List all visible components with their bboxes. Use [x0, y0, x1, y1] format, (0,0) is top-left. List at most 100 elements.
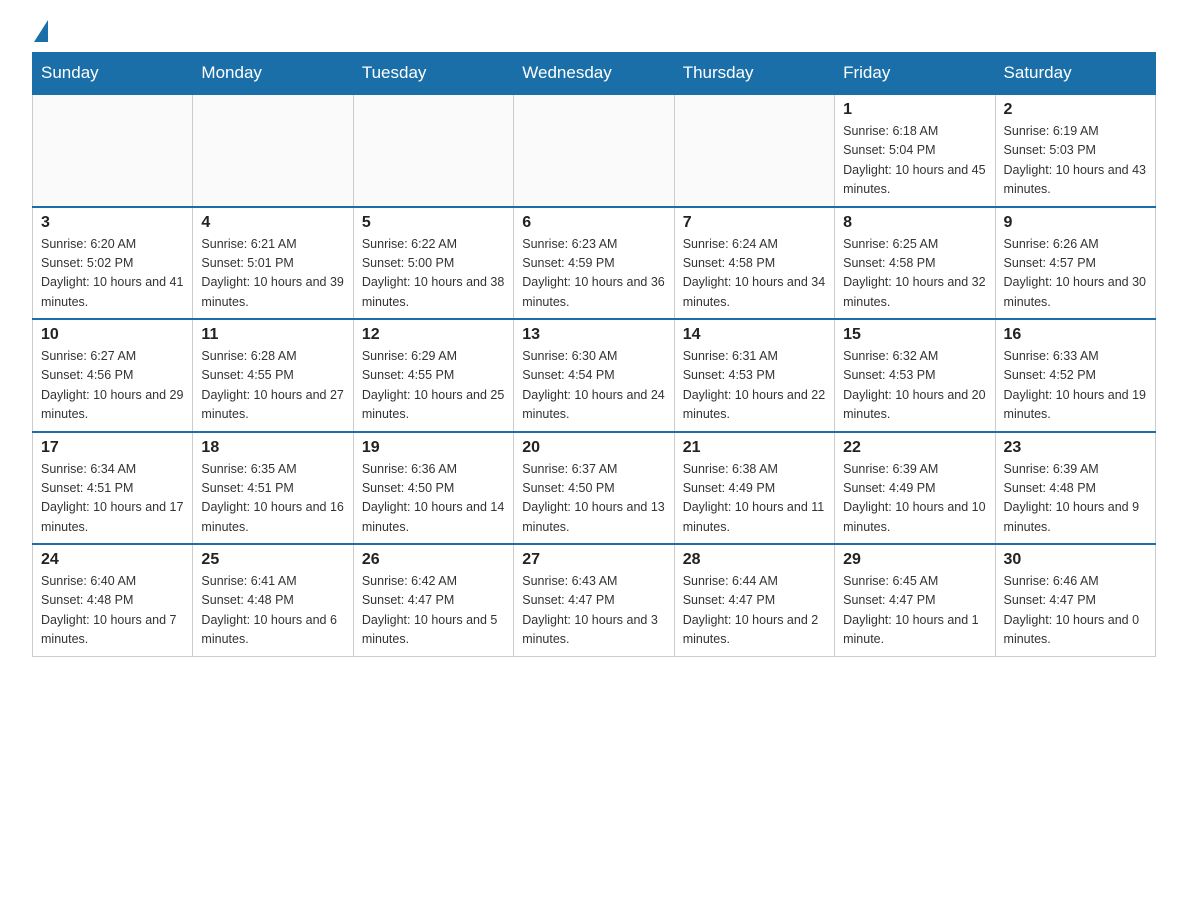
- day-number: 2: [1004, 101, 1147, 119]
- day-number: 3: [41, 214, 184, 232]
- day-number: 18: [201, 439, 344, 457]
- day-number: 1: [843, 101, 986, 119]
- weekday-header-monday: Monday: [193, 53, 353, 95]
- weekday-header-wednesday: Wednesday: [514, 53, 674, 95]
- day-info: Sunrise: 6:27 AM Sunset: 4:56 PM Dayligh…: [41, 347, 184, 425]
- calendar-cell: 16 Sunrise: 6:33 AM Sunset: 4:52 PM Dayli…: [995, 319, 1155, 432]
- calendar-cell: 18Sunrise: 6:35 AM Sunset: 4:51 PM Dayli…: [193, 432, 353, 545]
- calendar-cell: 17 Sunrise: 6:34 AM Sunset: 4:51 PM Dayli…: [33, 432, 193, 545]
- weekday-header-friday: Friday: [835, 53, 995, 95]
- day-number: 6: [522, 214, 665, 232]
- day-number: 22: [843, 439, 986, 457]
- day-number: 15: [843, 326, 986, 344]
- logo: [32, 24, 48, 40]
- day-number: 29: [843, 551, 986, 569]
- day-info: Sunrise: 6:44 AM Sunset: 4:47 PM Dayligh…: [683, 572, 826, 650]
- calendar-cell: 1 Sunrise: 6:18 AM Sunset: 5:04 PM Daylig…: [835, 94, 995, 207]
- calendar-cell: 14 Sunrise: 6:31 AM Sunset: 4:53 PM Dayli…: [674, 319, 834, 432]
- calendar-cell: [674, 94, 834, 207]
- calendar-cell: 11 Sunrise: 6:28 AM Sunset: 4:55 PM Dayli…: [193, 319, 353, 432]
- day-number: 4: [201, 214, 344, 232]
- day-info: Sunrise: 6:24 AM Sunset: 4:58 PM Dayligh…: [683, 235, 826, 313]
- day-number: 8: [843, 214, 986, 232]
- day-info: Sunrise: 6:41 AM Sunset: 4:48 PM Dayligh…: [201, 572, 344, 650]
- day-info: Sunrise: 6:23 AM Sunset: 4:59 PM Dayligh…: [522, 235, 665, 313]
- day-number: 21: [683, 439, 826, 457]
- calendar-cell: 7 Sunrise: 6:24 AM Sunset: 4:58 PM Daylig…: [674, 207, 834, 320]
- calendar-cell: 23 Sunrise: 6:39 AM Sunset: 4:48 PM Dayli…: [995, 432, 1155, 545]
- day-info: Sunrise: 6:26 AM Sunset: 4:57 PM Dayligh…: [1004, 235, 1147, 313]
- calendar-cell: 3 Sunrise: 6:20 AM Sunset: 5:02 PM Daylig…: [33, 207, 193, 320]
- calendar-cell: 29Sunrise: 6:45 AM Sunset: 4:47 PM Dayli…: [835, 544, 995, 656]
- day-number: 14: [683, 326, 826, 344]
- calendar-cell: [353, 94, 513, 207]
- day-info: Sunrise: 6:39 AM Sunset: 4:49 PM Dayligh…: [843, 460, 986, 538]
- calendar-cell: 26 Sunrise: 6:42 AM Sunset: 4:47 PM Dayli…: [353, 544, 513, 656]
- calendar-cell: 19Sunrise: 6:36 AM Sunset: 4:50 PM Dayli…: [353, 432, 513, 545]
- calendar-cell: 12 Sunrise: 6:29 AM Sunset: 4:55 PM Dayli…: [353, 319, 513, 432]
- day-info: Sunrise: 6:25 AM Sunset: 4:58 PM Dayligh…: [843, 235, 986, 313]
- calendar-week-2: 3 Sunrise: 6:20 AM Sunset: 5:02 PM Daylig…: [33, 207, 1156, 320]
- day-info: Sunrise: 6:30 AM Sunset: 4:54 PM Dayligh…: [522, 347, 665, 425]
- day-number: 5: [362, 214, 505, 232]
- day-number: 12: [362, 326, 505, 344]
- day-number: 13: [522, 326, 665, 344]
- day-number: 23: [1004, 439, 1147, 457]
- day-number: 10: [41, 326, 184, 344]
- day-info: Sunrise: 6:42 AM Sunset: 4:47 PM Dayligh…: [362, 572, 505, 650]
- day-info: Sunrise: 6:29 AM Sunset: 4:55 PM Dayligh…: [362, 347, 505, 425]
- day-info: Sunrise: 6:39 AM Sunset: 4:48 PM Dayligh…: [1004, 460, 1147, 538]
- calendar-week-5: 24 Sunrise: 6:40 AM Sunset: 4:48 PM Dayli…: [33, 544, 1156, 656]
- day-number: 30: [1004, 551, 1147, 569]
- day-info: Sunrise: 6:19 AM Sunset: 5:03 PM Dayligh…: [1004, 122, 1147, 200]
- day-info: Sunrise: 6:28 AM Sunset: 4:55 PM Dayligh…: [201, 347, 344, 425]
- calendar-cell: 9 Sunrise: 6:26 AM Sunset: 4:57 PM Daylig…: [995, 207, 1155, 320]
- day-info: Sunrise: 6:34 AM Sunset: 4:51 PM Dayligh…: [41, 460, 184, 538]
- day-number: 17: [41, 439, 184, 457]
- calendar-cell: 15 Sunrise: 6:32 AM Sunset: 4:53 PM Dayli…: [835, 319, 995, 432]
- day-info: Sunrise: 6:46 AM Sunset: 4:47 PM Dayligh…: [1004, 572, 1147, 650]
- calendar-cell: 20 Sunrise: 6:37 AM Sunset: 4:50 PM Dayli…: [514, 432, 674, 545]
- day-number: 24: [41, 551, 184, 569]
- day-info: Sunrise: 6:20 AM Sunset: 5:02 PM Dayligh…: [41, 235, 184, 313]
- page-header: [32, 24, 1156, 40]
- day-number: 11: [201, 326, 344, 344]
- day-number: 7: [683, 214, 826, 232]
- day-number: 26: [362, 551, 505, 569]
- day-number: 28: [683, 551, 826, 569]
- calendar-cell: 25 Sunrise: 6:41 AM Sunset: 4:48 PM Dayli…: [193, 544, 353, 656]
- day-info: Sunrise: 6:18 AM Sunset: 5:04 PM Dayligh…: [843, 122, 986, 200]
- day-info: Sunrise: 6:40 AM Sunset: 4:48 PM Dayligh…: [41, 572, 184, 650]
- day-info: Sunrise: 6:43 AM Sunset: 4:47 PM Dayligh…: [522, 572, 665, 650]
- calendar-week-3: 10 Sunrise: 6:27 AM Sunset: 4:56 PM Dayli…: [33, 319, 1156, 432]
- day-info: Sunrise: 6:38 AM Sunset: 4:49 PM Dayligh…: [683, 460, 826, 538]
- calendar-cell: 27 Sunrise: 6:43 AM Sunset: 4:47 PM Dayli…: [514, 544, 674, 656]
- calendar-week-1: 1 Sunrise: 6:18 AM Sunset: 5:04 PM Daylig…: [33, 94, 1156, 207]
- day-number: 20: [522, 439, 665, 457]
- calendar-cell: 5 Sunrise: 6:22 AM Sunset: 5:00 PM Daylig…: [353, 207, 513, 320]
- calendar-header: SundayMondayTuesdayWednesdayThursdayFrid…: [33, 53, 1156, 95]
- day-info: Sunrise: 6:36 AM Sunset: 4:50 PM Dayligh…: [362, 460, 505, 538]
- day-info: Sunrise: 6:33 AM Sunset: 4:52 PM Dayligh…: [1004, 347, 1147, 425]
- calendar-cell: 28 Sunrise: 6:44 AM Sunset: 4:47 PM Dayli…: [674, 544, 834, 656]
- day-number: 27: [522, 551, 665, 569]
- day-number: 25: [201, 551, 344, 569]
- calendar-cell: 30 Sunrise: 6:46 AM Sunset: 4:47 PM Dayli…: [995, 544, 1155, 656]
- calendar-cell: 22 Sunrise: 6:39 AM Sunset: 4:49 PM Dayli…: [835, 432, 995, 545]
- calendar-cell: [33, 94, 193, 207]
- calendar-cell: 10 Sunrise: 6:27 AM Sunset: 4:56 PM Dayli…: [33, 319, 193, 432]
- calendar-cell: [193, 94, 353, 207]
- day-info: Sunrise: 6:31 AM Sunset: 4:53 PM Dayligh…: [683, 347, 826, 425]
- day-info: Sunrise: 6:22 AM Sunset: 5:00 PM Dayligh…: [362, 235, 505, 313]
- day-info: Sunrise: 6:37 AM Sunset: 4:50 PM Dayligh…: [522, 460, 665, 538]
- day-number: 9: [1004, 214, 1147, 232]
- weekday-header-sunday: Sunday: [33, 53, 193, 95]
- day-number: 16: [1004, 326, 1147, 344]
- calendar-week-4: 17 Sunrise: 6:34 AM Sunset: 4:51 PM Dayli…: [33, 432, 1156, 545]
- logo-triangle-icon: [34, 20, 48, 42]
- calendar-cell: 4Sunrise: 6:21 AM Sunset: 5:01 PM Daylig…: [193, 207, 353, 320]
- calendar-cell: 21 Sunrise: 6:38 AM Sunset: 4:49 PM Dayli…: [674, 432, 834, 545]
- calendar-table: SundayMondayTuesdayWednesdayThursdayFrid…: [32, 52, 1156, 657]
- day-info: Sunrise: 6:32 AM Sunset: 4:53 PM Dayligh…: [843, 347, 986, 425]
- weekday-header-thursday: Thursday: [674, 53, 834, 95]
